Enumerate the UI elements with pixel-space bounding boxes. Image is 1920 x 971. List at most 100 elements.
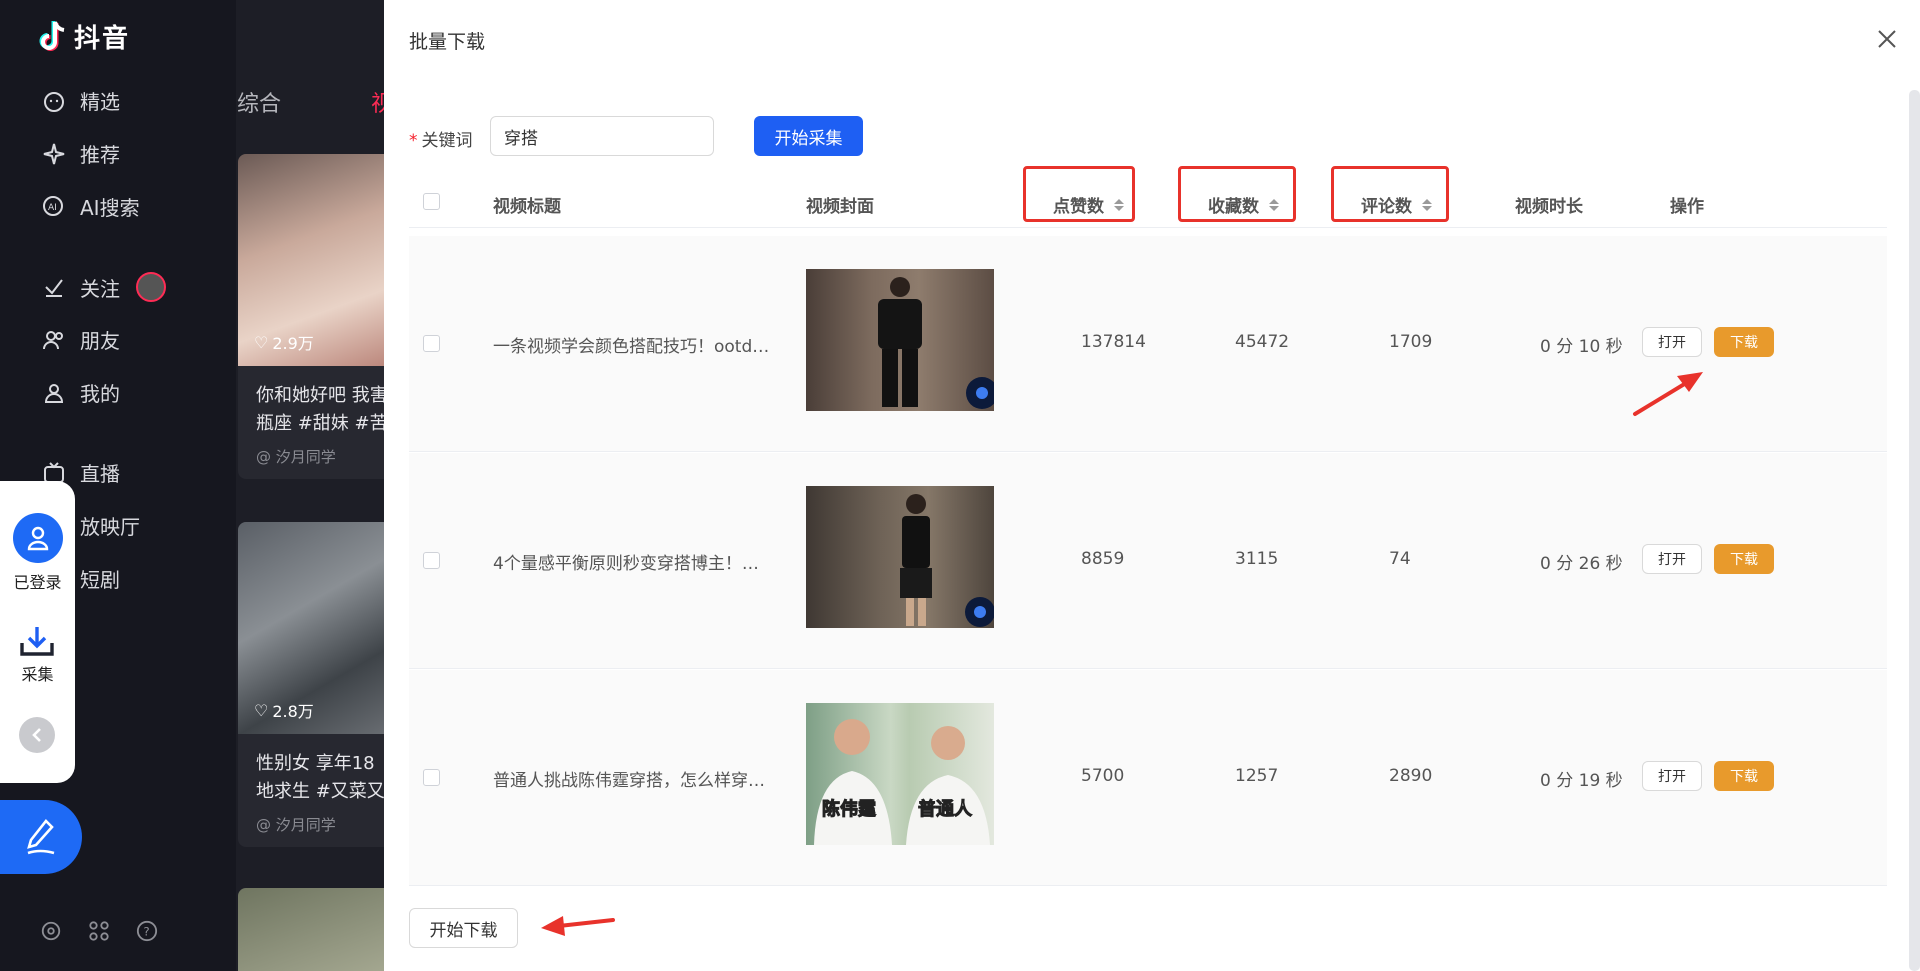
download-button[interactable]: 下载 [1714, 544, 1774, 574]
collect-label[interactable]: 采集 [0, 661, 75, 685]
douyin-logo[interactable]: 抖音 [38, 18, 130, 55]
settings-icon[interactable] [40, 920, 62, 942]
feed-card-likes: ♡2.8万 [254, 698, 314, 722]
nav-label: 我的 [80, 378, 120, 407]
feed-card-title: 你和她好吧 我害瓶座 #甜妹 #苦 [238, 366, 384, 442]
drawer-title: 批量下载 [409, 27, 485, 54]
video-cover [806, 269, 994, 411]
results-table: 视频标题 视频封面 点赞数 收藏数 评论数 视频时长 操作 一条视频学会颜色搭配… [409, 174, 1887, 228]
feed-card-title: 性别女 享年18地求生 #又菜又 [238, 734, 384, 810]
apps-icon[interactable] [88, 920, 110, 942]
select-all-checkbox[interactable] [423, 193, 440, 210]
keyword-input[interactable] [490, 116, 714, 156]
batch-download-drawer: 批量下载 *关键词 开始采集 视频标题 视频封面 点赞数 收藏数 评论数 视频时… [384, 0, 1920, 971]
user-icon [26, 525, 50, 551]
download-button[interactable]: 下载 [1714, 761, 1774, 791]
download-tray-icon[interactable] [19, 625, 55, 657]
nav-label: 精选 [80, 86, 120, 115]
douyin-feed: 综合 视 ♡2.9万 你和她好吧 我害瓶座 #甜妹 #苦 @ 汐月同学 ♡2.8… [236, 0, 384, 971]
avatar[interactable] [136, 272, 166, 302]
nav-item-me[interactable]: 我的 [42, 378, 120, 407]
cover-caption-right: 普通人 [918, 795, 972, 821]
table-row: 4个量感平衡原则秒变穿搭博主！… 8859 3115 74 0 分 26 秒 打… [409, 453, 1887, 669]
feed-card-author: @ 汐月同学 [238, 442, 384, 479]
douyin-logo-icon [38, 20, 68, 54]
likes-count: 8859 [1081, 549, 1124, 569]
tab-video[interactable]: 视 [371, 86, 384, 118]
comments-count: 74 [1389, 549, 1411, 569]
open-button[interactable]: 打开 [1642, 761, 1702, 791]
feed-card[interactable]: ♡2.9万 你和她好吧 我害瓶座 #甜妹 #苦 @ 汐月同学 [238, 154, 384, 479]
col-title: 视频标题 [493, 192, 561, 217]
svg-text:AI: AI [48, 203, 57, 213]
row-checkbox[interactable] [423, 335, 440, 352]
feed-card-like-count: 2.8万 [272, 698, 313, 722]
col-cover: 视频封面 [806, 192, 874, 217]
user-icon [42, 381, 66, 405]
table-row: 一条视频学会颜色搭配技巧！ootd… 137814 45472 1709 0 分… [409, 236, 1887, 452]
col-actions: 操作 [1670, 192, 1704, 217]
video-duration: 0 分 10 秒 [1540, 332, 1623, 357]
favorites-count: 45472 [1235, 332, 1289, 352]
collapse-button[interactable] [19, 717, 55, 753]
heart-icon: ♡ [254, 701, 268, 720]
row-checkbox[interactable] [423, 552, 440, 569]
annotation-arrow-icon [1631, 366, 1709, 418]
video-cover: 陈伟霆 普通人 [806, 703, 994, 845]
tab-general[interactable]: 综合 [237, 86, 281, 118]
required-marker: * [409, 131, 418, 151]
login-status-label: 已登录 [0, 569, 75, 593]
plugin-float-panel: 已登录 采集 [0, 481, 75, 783]
sparkle-icon [42, 142, 66, 166]
cover-person-figure [806, 486, 994, 628]
table-row: 普通人挑战陈伟霆穿搭，怎么样穿… 陈伟霆 普通人 5700 1257 2890 … [409, 670, 1887, 886]
favorites-count: 1257 [1235, 766, 1278, 786]
start-download-button[interactable]: 开始下载 [409, 908, 518, 948]
open-button[interactable]: 打开 [1642, 327, 1702, 357]
feed-card[interactable] [238, 888, 384, 971]
highlight-box [1178, 166, 1296, 222]
scrollbar[interactable] [1909, 90, 1920, 971]
video-title: 普通人挑战陈伟霆穿搭，怎么样穿… [493, 766, 783, 791]
nav-label: 推荐 [80, 139, 120, 168]
nav-item-ai-search[interactable]: AI AI搜索 [42, 192, 140, 221]
heart-icon: ♡ [254, 333, 268, 352]
feed-card[interactable]: ♡2.8万 性别女 享年18地求生 #又菜又 @ 汐月同学 [238, 522, 384, 847]
keyword-label-text: 关键词 [422, 131, 473, 151]
comments-count: 1709 [1389, 332, 1432, 352]
video-title: 一条视频学会颜色搭配技巧！ootd… [493, 332, 783, 357]
chevron-left-icon [30, 727, 44, 743]
sidebar-bottom-icons: ? [40, 920, 158, 942]
feed-card-like-count: 2.9万 [272, 330, 313, 354]
open-button[interactable]: 打开 [1642, 544, 1702, 574]
cover-caption-left: 陈伟霆 [822, 795, 876, 821]
close-icon[interactable] [1874, 26, 1900, 52]
nav-label: 直播 [80, 458, 120, 487]
help-icon[interactable]: ? [136, 920, 158, 942]
nav-item-recommend[interactable]: 推荐 [42, 139, 120, 168]
login-avatar[interactable] [13, 513, 63, 563]
start-collect-button[interactable]: 开始采集 [754, 116, 863, 156]
nav-item-friends[interactable]: 朋友 [42, 325, 120, 354]
friends-icon [42, 328, 66, 352]
feed-card-title-line: 瓶座 #甜妹 #苦 [256, 410, 380, 438]
douyin-logo-text: 抖音 [74, 18, 130, 55]
keyword-label: *关键词 [409, 126, 473, 151]
nav-label: 放映厅 [80, 511, 140, 540]
cover-two-men [806, 703, 994, 845]
nav-item-featured[interactable]: 精选 [42, 86, 120, 115]
pen-icon [24, 817, 58, 857]
nav-label: 朋友 [80, 325, 120, 354]
download-button[interactable]: 下载 [1714, 327, 1774, 357]
video-duration: 0 分 26 秒 [1540, 549, 1623, 574]
cover-person-figure [806, 269, 994, 411]
table-header: 视频标题 视频封面 点赞数 收藏数 评论数 视频时长 操作 [409, 174, 1887, 228]
nav-item-follow[interactable]: 关注 [42, 272, 166, 302]
pen-button[interactable] [0, 800, 82, 874]
row-checkbox[interactable] [423, 769, 440, 786]
feed-card-image: ♡2.9万 [238, 154, 384, 366]
video-cover [806, 486, 994, 628]
comments-count: 2890 [1389, 766, 1432, 786]
annotation-arrow-icon [537, 910, 617, 938]
svg-text:?: ? [143, 925, 149, 939]
